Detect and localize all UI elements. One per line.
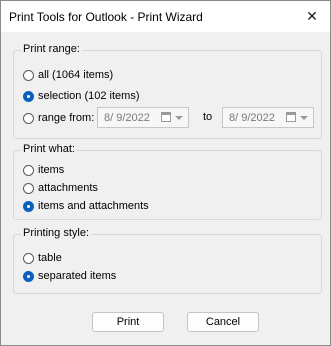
radio-table-label: table <box>38 252 62 264</box>
radio-items-label: items <box>38 164 65 176</box>
radio-all-label: all (1064 items) <box>38 69 114 81</box>
radio-items-and-attachments[interactable]: items and attachments <box>23 198 149 214</box>
calendar-icon <box>161 112 171 122</box>
chevron-down-icon[interactable] <box>175 116 183 120</box>
calendar-icon <box>286 112 296 122</box>
chevron-down-icon[interactable] <box>300 116 308 120</box>
radio-separated-items[interactable]: separated items <box>23 268 116 284</box>
radio-selection-label: selection (102 items) <box>38 90 140 102</box>
print-what-group: Print what: items attachments items and … <box>13 143 322 220</box>
print-wizard-dialog: Print Tools for Outlook - Print Wizard ✕… <box>0 0 331 346</box>
radio-selection-icon[interactable] <box>23 90 34 102</box>
radio-selection[interactable]: selection (102 items) <box>23 88 140 104</box>
print-range-group: Print range: all (1064 items) selection … <box>13 43 322 139</box>
radio-table[interactable]: table <box>23 250 62 266</box>
radio-attachments[interactable]: attachments <box>23 180 98 196</box>
radio-items-and-attachments-icon[interactable] <box>23 200 34 212</box>
printing-style-group: Printing style: table separated items <box>13 227 322 294</box>
to-date-picker[interactable]: 8/ 9/2022 <box>222 107 314 128</box>
radio-attachments-label: attachments <box>38 182 98 194</box>
print-button[interactable]: Print <box>92 312 164 332</box>
radio-attachments-icon[interactable] <box>23 182 34 194</box>
window-title: Print Tools for Outlook - Print Wizard <box>9 10 203 24</box>
print-range-label: Print range: <box>21 43 82 55</box>
radio-separated-items-label: separated items <box>38 270 117 282</box>
radio-separated-items-icon[interactable] <box>23 270 34 282</box>
print-what-label: Print what: <box>21 143 77 155</box>
cancel-button[interactable]: Cancel <box>187 312 259 332</box>
radio-table-icon[interactable] <box>23 252 34 264</box>
radio-items[interactable]: items <box>23 162 64 178</box>
close-icon[interactable]: ✕ <box>294 1 330 32</box>
title-bar: Print Tools for Outlook - Print Wizard ✕ <box>1 1 330 32</box>
to-label: to <box>203 111 213 123</box>
radio-all-items[interactable]: all (1064 items) <box>23 67 113 83</box>
radio-items-and-attachments-label: items and attachments <box>38 200 149 212</box>
radio-all-icon[interactable] <box>23 69 34 81</box>
from-date-value: 8/ 9/2022 <box>104 112 150 124</box>
radio-items-icon[interactable] <box>23 164 34 176</box>
from-date-picker[interactable]: 8/ 9/2022 <box>97 107 189 128</box>
to-date-value: 8/ 9/2022 <box>229 112 275 124</box>
range-date-row: 8/ 9/2022 to 8/ 9/2022 <box>14 107 321 129</box>
printing-style-label: Printing style: <box>21 227 92 239</box>
